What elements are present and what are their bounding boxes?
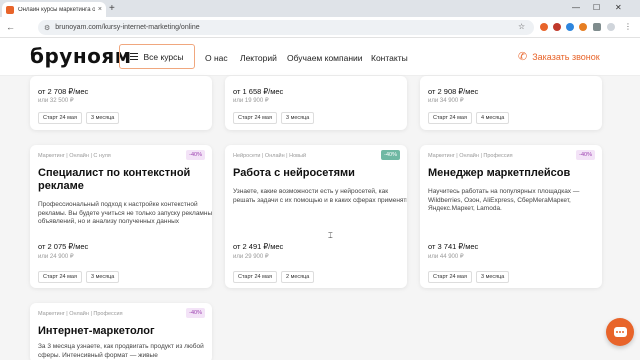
course-full-price: или 19 900 ₽	[233, 98, 269, 104]
browser-tab-strip: Онлайн курсы маркетинга от... × + — ☐ ✕	[0, 0, 640, 17]
bookmark-star-icon[interactable]: ☆	[518, 22, 525, 32]
site-logo[interactable]: бруноям	[30, 44, 132, 68]
course-description: Научитесь работать на популярных площадк…	[428, 188, 580, 212]
new-tab-icon[interactable]: +	[109, 3, 115, 15]
course-price: от 2 908 ₽/мес	[428, 87, 479, 96]
course-full-price: или 34 900 ₽	[428, 98, 464, 104]
course-card[interactable]: от 2 708 ₽/мес или 32 500 ₽ Старт 24 мая…	[30, 76, 212, 130]
discount-badge: -40%	[186, 150, 205, 160]
course-card[interactable]: Нейросети | Онлайн | Новый -40% Работа с…	[225, 145, 407, 288]
course-start-chip: Старт 24 мая	[38, 271, 82, 283]
extensions-puzzle-icon[interactable]	[593, 23, 601, 31]
window-close-icon[interactable]: ✕	[615, 2, 622, 14]
profile-avatar-icon[interactable]	[607, 23, 615, 31]
course-card[interactable]: Маркетинг | Онлайн | Профессия -40% Инте…	[30, 303, 212, 360]
course-start-chip: Старт 24 мая	[38, 112, 82, 124]
course-tags: Нейросети | Онлайн | Новый	[233, 153, 307, 159]
nav-link-lectures[interactable]: Лекторий	[240, 53, 277, 63]
browser-address-bar: ← → ⚙ brunoyam.com/kursy-internet-market…	[0, 17, 640, 38]
course-duration-chip: 3 месяца	[476, 271, 510, 283]
url-field[interactable]: ⚙ brunoyam.com/kursy-internet-marketing/…	[38, 20, 534, 35]
extension-red-icon[interactable]	[540, 23, 548, 31]
site-info-icon[interactable]: ⚙	[44, 24, 50, 32]
all-courses-label: Все курсы	[143, 51, 184, 62]
course-price: от 2 491 ₽/мес	[233, 242, 284, 251]
request-call-button[interactable]: ✆ Заказать звонок	[518, 50, 600, 63]
course-title[interactable]: Интернет-маркетолог	[38, 325, 208, 338]
course-start-chip: Старт 24 мая	[428, 112, 472, 124]
course-title[interactable]: Менеджер маркетплейсов	[428, 167, 598, 180]
course-full-price: или 32 500 ₽	[38, 98, 74, 104]
course-description: За 3 месяца узнаете, как продвигать прод…	[38, 343, 204, 359]
nav-link-about[interactable]: О нас	[205, 53, 228, 63]
phone-icon: ✆	[518, 51, 528, 63]
course-start-chip: Старт 24 мая	[233, 112, 277, 124]
tab-close-icon[interactable]: ×	[98, 6, 102, 13]
window-minimize-icon[interactable]: —	[572, 2, 580, 14]
course-duration-chip: 3 месяца	[86, 112, 120, 124]
course-card[interactable]: от 2 908 ₽/мес или 34 900 ₽ Старт 24 мая…	[420, 76, 602, 130]
browser-menu-icon[interactable]: ⋮	[624, 22, 632, 32]
course-tags: Маркетинг | Онлайн | Профессия	[428, 153, 513, 159]
course-price: от 1 658 ₽/мес	[233, 87, 284, 96]
course-start-chip: Старт 24 мая	[428, 271, 472, 283]
mouse-cursor-icon: ⌶	[328, 231, 333, 240]
course-title[interactable]: Специалист по контекстной рекламе	[38, 167, 208, 193]
browser-tab[interactable]: Онлайн курсы маркетинга от... ×	[2, 2, 106, 17]
discount-badge: -40%	[186, 308, 205, 318]
url-text: brunoyam.com/kursy-internet-marketing/on…	[55, 24, 200, 31]
course-start-chip: Старт 24 мая	[233, 271, 277, 283]
course-price: от 2 708 ₽/мес	[38, 87, 89, 96]
nav-link-contacts[interactable]: Контакты	[371, 53, 408, 63]
site-header: бруноям Все курсы О нас Лекторий Обучаем…	[0, 38, 640, 76]
extension-orange-icon[interactable]	[579, 23, 587, 31]
course-description: Профессиональный подход к настройке конт…	[38, 201, 212, 225]
course-full-price: или 29 900 ₽	[233, 254, 269, 260]
course-tags: Маркетинг | Онлайн | Профессия	[38, 311, 123, 317]
course-title[interactable]: Работа с нейросетями	[233, 167, 403, 180]
course-duration-chip: 3 месяца	[281, 112, 315, 124]
window-maximize-icon[interactable]: ☐	[593, 2, 600, 14]
nav-link-companies[interactable]: Обучаем компании	[287, 53, 363, 63]
course-price: от 3 741 ₽/мес	[428, 242, 479, 251]
course-duration-chip: 3 месяца	[86, 271, 120, 283]
course-full-price: или 24 900 ₽	[38, 254, 74, 260]
tab-title: Онлайн курсы маркетинга от...	[18, 6, 95, 13]
site-favicon-icon	[6, 5, 14, 14]
chat-button[interactable]	[606, 318, 634, 346]
discount-badge: -40%	[381, 150, 400, 160]
course-duration-chip: 4 месяца	[476, 112, 510, 124]
back-icon[interactable]: ←	[6, 21, 15, 33]
course-duration-chip: 2 месяца	[281, 271, 315, 283]
course-price: от 2 075 ₽/мес	[38, 242, 89, 251]
course-card[interactable]: Маркетинг | Онлайн | С нуля -40% Специал…	[30, 145, 212, 288]
course-tags: Маркетинг | Онлайн | С нуля	[38, 153, 111, 159]
menu-icon	[130, 51, 139, 62]
extension-dark-red-icon[interactable]	[553, 23, 561, 31]
chat-icon	[613, 327, 627, 337]
course-full-price: или 44 900 ₽	[428, 254, 464, 260]
course-description: Узнаете, какие возможности есть у нейрос…	[233, 188, 407, 204]
request-call-label: Заказать звонок	[532, 51, 600, 62]
all-courses-button[interactable]: Все курсы	[119, 44, 195, 69]
extension-blue-icon[interactable]	[566, 23, 574, 31]
discount-badge: -40%	[576, 150, 595, 160]
course-card[interactable]: Маркетинг | Онлайн | Профессия -40% Мене…	[420, 145, 602, 288]
course-card[interactable]: от 1 658 ₽/мес или 19 900 ₽ Старт 24 мая…	[225, 76, 407, 130]
